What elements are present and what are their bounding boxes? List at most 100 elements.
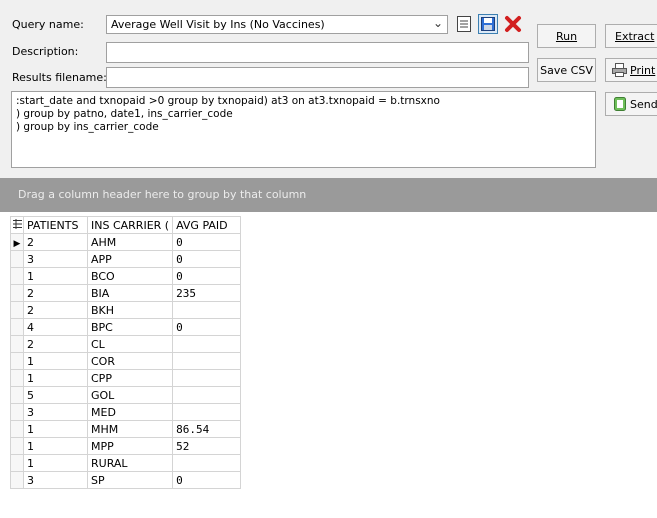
table-row[interactable]: 1 CPP (10, 369, 242, 387)
table-row[interactable]: 1 RURAL (10, 454, 242, 472)
patients-cell[interactable]: 2 (23, 301, 88, 319)
extract-button[interactable]: Extract (605, 24, 657, 48)
table-row[interactable]: 3 MED (10, 403, 242, 421)
run-button[interactable]: Run (537, 24, 596, 48)
table-row[interactable]: 2 BIA 235 (10, 284, 242, 302)
row-indicator[interactable] (10, 403, 24, 421)
ins-carrier-cell[interactable]: CL (86, 335, 174, 353)
sql-text-area[interactable]: :start_date and txnopaid >0 group by txn… (11, 91, 596, 168)
description-label: Description: (12, 45, 79, 58)
patients-cell[interactable]: 5 (23, 386, 88, 404)
group-by-panel[interactable]: Drag a column header here to group by th… (0, 178, 657, 212)
patients-cell[interactable]: 2 (23, 335, 88, 353)
row-indicator[interactable] (10, 437, 24, 455)
save-query-button[interactable] (478, 14, 498, 34)
results-grid[interactable]: PATIENTS INS CARRIER ( AVG PAID ▶ 2 AHM 0 3 A… (10, 216, 242, 489)
grid-body: ▶ 2 AHM 0 3 APP 0 1 BCO 0 2 BIA 235 2 BKH 4 BPC 0 2 CL 1 COR 1… (10, 233, 242, 489)
ins-carrier-cell[interactable]: MHM (86, 420, 174, 438)
avg-paid-cell[interactable]: 0 (172, 233, 242, 251)
table-row[interactable]: 1 MHM 86.54 (10, 420, 242, 438)
ins-carrier-cell[interactable]: GOL (86, 386, 174, 404)
chevron-down-icon[interactable]: ⌄ (433, 16, 443, 30)
ins-carrier-cell[interactable]: BPC (86, 318, 174, 336)
table-row[interactable]: 2 BKH (10, 301, 242, 319)
description-field[interactable] (106, 42, 529, 63)
ins-carrier-cell[interactable]: BIA (86, 284, 174, 302)
avg-paid-cell[interactable] (172, 454, 242, 472)
row-indicator[interactable] (10, 369, 24, 387)
avg-paid-cell[interactable] (172, 403, 242, 421)
list-queries-button[interactable] (454, 14, 474, 34)
row-indicator[interactable] (10, 352, 24, 370)
avg-paid-cell[interactable] (172, 386, 242, 404)
row-indicator[interactable] (10, 386, 24, 404)
patients-cell[interactable]: 1 (23, 437, 88, 455)
row-indicator[interactable] (10, 250, 24, 268)
avg-paid-cell[interactable]: 235 (172, 284, 242, 302)
results-filename-field[interactable] (106, 67, 529, 88)
patients-cell[interactable]: 3 (23, 403, 88, 421)
avg-paid-cell[interactable] (172, 301, 242, 319)
patients-cell[interactable]: 3 (23, 250, 88, 268)
column-header-ins-carrier[interactable]: INS CARRIER ( (86, 216, 174, 234)
ins-carrier-cell[interactable]: COR (86, 352, 174, 370)
save-csv-button-label: Save CSV (540, 63, 593, 77)
patients-cell[interactable]: 2 (23, 233, 88, 251)
avg-paid-cell[interactable]: 0 (172, 250, 242, 268)
avg-paid-cell[interactable] (172, 352, 242, 370)
avg-paid-cell[interactable] (172, 369, 242, 387)
run-button-label: Run (555, 29, 578, 43)
table-row[interactable]: ▶ 2 AHM 0 (10, 233, 242, 251)
table-row[interactable]: 5 GOL (10, 386, 242, 404)
row-indicator[interactable] (10, 267, 24, 285)
patients-cell[interactable]: 1 (23, 369, 88, 387)
row-indicator[interactable] (10, 284, 24, 302)
print-button[interactable]: Print (605, 58, 657, 82)
column-header-avg-paid[interactable]: AVG PAID (172, 216, 242, 234)
column-header-patients[interactable]: PATIENTS (23, 216, 88, 234)
table-row[interactable]: 2 CL (10, 335, 242, 353)
ins-carrier-cell[interactable]: RURAL (86, 454, 174, 472)
query-name-combobox[interactable]: Average Well Visit by Ins (No Vaccines) … (106, 15, 448, 34)
ins-carrier-cell[interactable]: BCO (86, 267, 174, 285)
table-row[interactable]: 1 MPP 52 (10, 437, 242, 455)
delete-query-button[interactable] (503, 14, 523, 34)
table-row[interactable]: 3 SP 0 (10, 471, 242, 489)
ins-carrier-cell[interactable]: MPP (86, 437, 174, 455)
ins-carrier-cell[interactable]: AHM (86, 233, 174, 251)
patients-cell[interactable]: 1 (23, 420, 88, 438)
avg-paid-cell[interactable] (172, 335, 242, 353)
ins-carrier-cell[interactable]: CPP (86, 369, 174, 387)
row-indicator[interactable] (10, 301, 24, 319)
ins-carrier-cell[interactable]: MED (86, 403, 174, 421)
patients-cell[interactable]: 3 (23, 471, 88, 489)
row-indicator[interactable]: ▶ (10, 233, 24, 251)
avg-paid-cell[interactable]: 0 (172, 471, 242, 489)
print-button-label: Print (630, 63, 656, 77)
row-indicator[interactable] (10, 318, 24, 336)
avg-paid-cell[interactable]: 86.54 (172, 420, 242, 438)
ins-carrier-cell[interactable]: SP (86, 471, 174, 489)
row-indicator[interactable] (10, 454, 24, 472)
patients-cell[interactable]: 1 (23, 454, 88, 472)
avg-paid-cell[interactable]: 52 (172, 437, 242, 455)
patients-cell[interactable]: 4 (23, 318, 88, 336)
patients-cell[interactable]: 2 (23, 284, 88, 302)
table-row[interactable]: 3 APP 0 (10, 250, 242, 268)
row-indicator[interactable] (10, 335, 24, 353)
grid-column-chooser[interactable] (10, 216, 24, 234)
avg-paid-cell[interactable]: 0 (172, 267, 242, 285)
ins-carrier-cell[interactable]: APP (86, 250, 174, 268)
patients-cell[interactable]: 1 (23, 267, 88, 285)
row-indicator[interactable] (10, 471, 24, 489)
ins-carrier-cell[interactable]: BKH (86, 301, 174, 319)
patients-cell[interactable]: 1 (23, 352, 88, 370)
table-row[interactable]: 1 BCO 0 (10, 267, 242, 285)
save-csv-button[interactable]: Save CSV (537, 58, 596, 82)
grid-header-row: PATIENTS INS CARRIER ( AVG PAID (10, 216, 242, 234)
table-row[interactable]: 1 COR (10, 352, 242, 370)
avg-paid-cell[interactable]: 0 (172, 318, 242, 336)
send-button[interactable]: Send (605, 92, 657, 116)
row-indicator[interactable] (10, 420, 24, 438)
table-row[interactable]: 4 BPC 0 (10, 318, 242, 336)
